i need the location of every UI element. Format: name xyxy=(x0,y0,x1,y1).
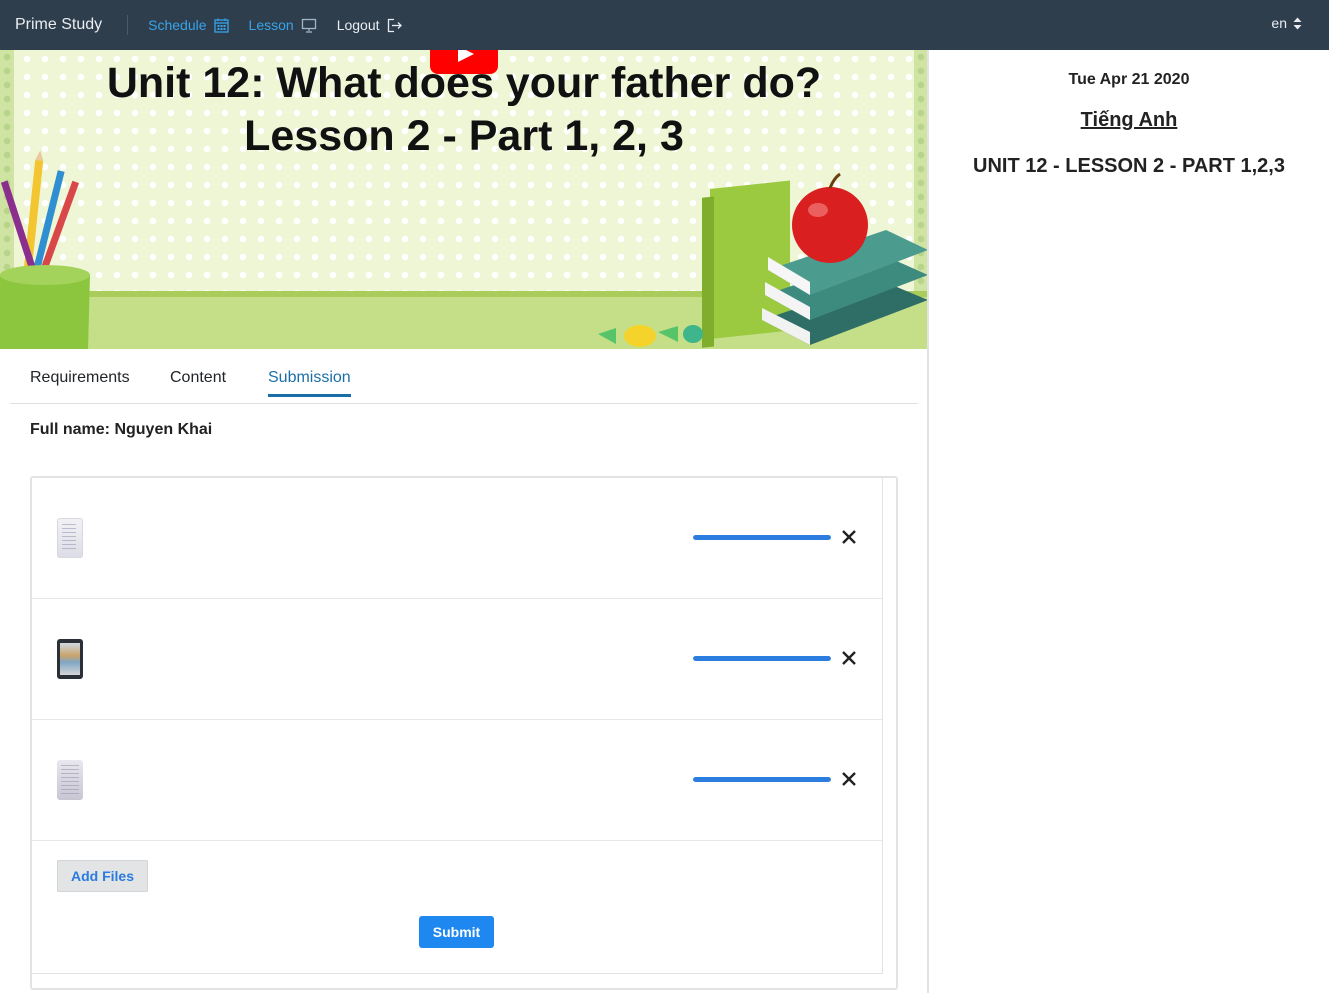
calendar-icon xyxy=(213,18,229,33)
lesson-date: Tue Apr 21 2020 xyxy=(1068,71,1190,88)
presentation-icon xyxy=(301,18,316,33)
subject-title: Tiếng Anh xyxy=(929,109,1329,132)
lesson-main: Unit 12: What does your father do? Lesso… xyxy=(0,50,928,993)
student-full-name: Full name: Nguyen Khai xyxy=(30,421,213,438)
logout-icon xyxy=(387,18,402,32)
lesson-tabs: Requirements Content Submission xyxy=(10,349,918,404)
sort-arrows-icon xyxy=(1293,17,1302,29)
language-value: en xyxy=(1271,15,1287,31)
remove-file-close-icon[interactable] xyxy=(839,648,859,668)
tab-submission[interactable]: Submission xyxy=(268,369,351,397)
upload-progress-bar xyxy=(693,777,831,782)
nav-logout[interactable]: Logout xyxy=(337,15,403,35)
remove-file-close-icon[interactable] xyxy=(839,769,859,789)
file-row xyxy=(32,720,882,841)
upload-progress-fill xyxy=(693,777,831,782)
lesson-info-sidebar: Tue Apr 21 2020 Tiếng Anh UNIT 12 - LESS… xyxy=(927,50,1329,993)
nav-schedule-label: Schedule xyxy=(148,17,207,33)
nav-schedule[interactable]: Schedule xyxy=(148,15,229,35)
books-apple-illustration xyxy=(702,172,928,348)
banner-title-line1: Unit 12: What does your father do? xyxy=(106,59,822,107)
file-thumbnail xyxy=(57,639,83,679)
pencil-cup-illustration xyxy=(0,150,90,349)
upload-progress-bar xyxy=(693,535,831,540)
remove-file-close-icon[interactable] xyxy=(839,527,859,547)
language-select[interactable]: en xyxy=(1271,15,1302,31)
file-uploader: Add Files Submit xyxy=(30,476,898,990)
tab-content[interactable]: Content xyxy=(170,369,226,394)
file-row xyxy=(32,478,882,599)
nav-lesson[interactable]: Lesson xyxy=(249,15,317,35)
file-thumbnail xyxy=(57,760,83,800)
candies-illustration xyxy=(598,325,703,347)
upload-progress-fill xyxy=(693,656,831,661)
nav-logout-label: Logout xyxy=(336,17,380,33)
file-thumbnail xyxy=(57,518,83,558)
lesson-title: UNIT 12 - LESSON 2 - PART 1,2,3 xyxy=(973,155,1285,177)
subject-link[interactable]: Tiếng Anh xyxy=(1081,109,1178,131)
tab-requirements[interactable]: Requirements xyxy=(30,369,130,394)
banner-title-line2: Lesson 2 - Part 1, 2, 3 xyxy=(244,112,684,160)
nav-lesson-label: Lesson xyxy=(248,17,294,33)
file-uploader-panel: Add Files Submit xyxy=(32,478,883,974)
brand-logo[interactable]: Prime Study xyxy=(0,15,129,35)
lesson-video-banner[interactable]: Unit 12: What does your father do? Lesso… xyxy=(0,50,928,349)
upload-progress-bar xyxy=(693,656,831,661)
upload-progress-fill xyxy=(693,535,831,540)
add-files-button[interactable]: Add Files xyxy=(57,860,148,892)
top-navbar: Prime Study Schedule Lesson Logout en xyxy=(0,0,1329,50)
submit-button[interactable]: Submit xyxy=(419,916,494,948)
file-row xyxy=(32,599,882,720)
